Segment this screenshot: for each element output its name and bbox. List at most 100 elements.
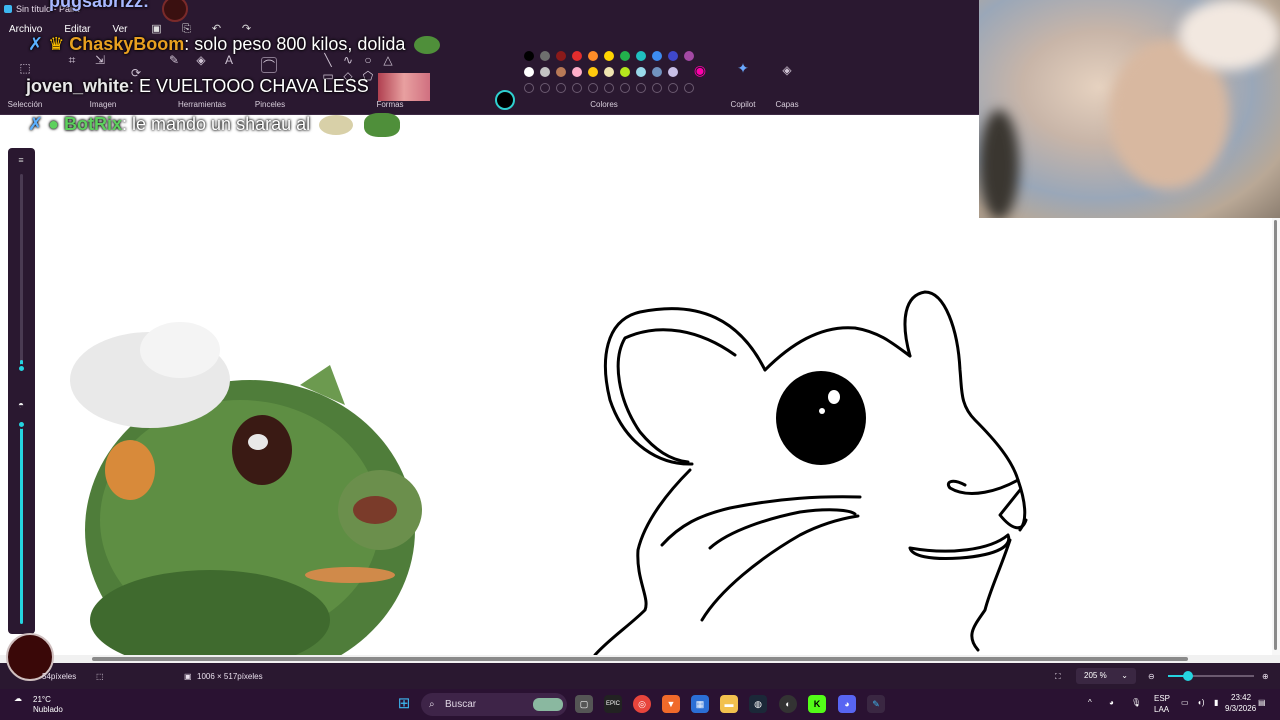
palette-swatch[interactable] <box>684 51 694 61</box>
discord-icon[interactable]: ◕ <box>838 695 856 713</box>
layers-icon[interactable]: ◈ <box>779 62 795 78</box>
opacity-slider-fill[interactable] <box>20 424 23 624</box>
zoom-slider[interactable] <box>1168 671 1254 681</box>
kick-icon[interactable]: K <box>808 695 826 713</box>
canvas-size: 1006 × 517píxeles <box>197 672 263 681</box>
horizontal-scrollbar[interactable] <box>0 655 1280 663</box>
palette-swatch[interactable] <box>540 67 550 77</box>
palette-swatch[interactable] <box>524 51 534 61</box>
opacity-slider-knob[interactable] <box>17 420 26 429</box>
color-2-swatch[interactable] <box>498 118 512 132</box>
chat-message: : solo peso 800 kilos, dolida <box>184 34 406 54</box>
steam-icon[interactable]: ◍ <box>749 695 767 713</box>
clock-date[interactable]: 9/3/2026 <box>1225 704 1256 713</box>
canvas-size-icon: ▣ <box>184 672 192 681</box>
palette-swatch[interactable] <box>540 51 550 61</box>
palette-swatch[interactable] <box>604 67 614 77</box>
notifications-icon[interactable]: ▤ <box>1258 698 1266 707</box>
obs-icon[interactable]: ◐ <box>779 695 797 713</box>
palette-swatch[interactable] <box>652 51 662 61</box>
palette-empty-slot[interactable] <box>572 83 582 93</box>
crown-icon: ♛ <box>48 34 65 54</box>
menu-archivo[interactable]: Archivo <box>9 24 42 35</box>
windows-start-icon[interactable]: ⊞ <box>395 695 413 713</box>
fit-screen-icon[interactable]: ⛶ <box>1055 672 1061 682</box>
palette-empty-slot[interactable] <box>652 83 662 93</box>
palette-swatch[interactable] <box>620 67 630 77</box>
horizontal-scroll-thumb[interactable] <box>92 657 1188 661</box>
color-1-swatch[interactable] <box>495 90 515 110</box>
file-explorer-icon[interactable]: ▬ <box>720 695 738 713</box>
group-imagen: Imagen <box>89 100 117 109</box>
palette-swatch[interactable] <box>588 67 598 77</box>
webcam-blob <box>979 110 1019 218</box>
group-formas: Formas <box>376 100 404 109</box>
palette-swatch[interactable] <box>620 51 630 61</box>
palette-swatch[interactable] <box>668 67 678 77</box>
battery-icon[interactable]: ▮ <box>1214 698 1218 707</box>
size-slider-knob[interactable] <box>17 364 26 373</box>
palette-swatch[interactable] <box>652 67 662 77</box>
zoom-value: 205 % <box>1084 671 1107 680</box>
zoom-slider-knob[interactable] <box>1183 671 1193 681</box>
microphone-icon[interactable]: 🎙 <box>1131 698 1141 707</box>
brave-icon[interactable]: ▼ <box>662 695 680 713</box>
palette-swatch[interactable] <box>588 51 598 61</box>
vertical-scroll-thumb[interactable] <box>1274 220 1277 650</box>
edit-colors-icon[interactable]: ◉ <box>692 62 708 78</box>
palette-empty-slot[interactable] <box>636 83 646 93</box>
language[interactable]: ESP <box>1154 694 1170 703</box>
palette-swatch[interactable] <box>636 51 646 61</box>
paint-taskbar-icon[interactable]: ✎ <box>867 695 885 713</box>
taskbar-search[interactable]: ⌕ Buscar <box>421 693 567 716</box>
rat-eye <box>776 371 866 465</box>
palette-swatch[interactable] <box>556 67 566 77</box>
palette-swatch[interactable] <box>668 51 678 61</box>
brush-icon[interactable]: ⌒ <box>261 57 277 73</box>
copilot-icon[interactable]: ✦ <box>735 60 751 76</box>
palette-swatch[interactable] <box>604 51 614 61</box>
palette-swatch[interactable] <box>524 67 534 77</box>
zoom-in-icon[interactable]: ⊕ <box>1262 672 1269 681</box>
palette-empty-slot[interactable] <box>668 83 678 93</box>
size-slider-track[interactable] <box>20 174 23 370</box>
chat-message: : E VUELTOOO CHAVA LESS <box>129 75 369 96</box>
clock-time[interactable]: 23:42 <box>1231 693 1251 702</box>
zoom-out-icon[interactable]: ⊖ <box>1148 672 1155 681</box>
palette-empty-slot[interactable] <box>604 83 614 93</box>
group-herramientas: Herramientas <box>177 100 227 109</box>
webcam-feed <box>979 0 1280 218</box>
search-icon: ⌕ <box>429 699 435 710</box>
volume-icon[interactable]: ◖) <box>1197 698 1205 707</box>
store-icon[interactable]: ▦ <box>691 695 709 713</box>
group-seleccion: Selección <box>7 100 43 109</box>
menu-editar[interactable]: Editar <box>64 24 90 35</box>
palette-empty-slot[interactable] <box>524 83 534 93</box>
palette-empty-slot[interactable] <box>620 83 630 93</box>
taskbar: ☁ 21°C Nublado ⊞ ⌕ Buscar ▢ EPIC ◎ ▼ ▦ ▬… <box>0 689 1280 720</box>
palette-empty-slot[interactable] <box>588 83 598 93</box>
search-placeholder: Buscar <box>445 699 477 710</box>
group-colores: Colores <box>590 100 618 109</box>
palette-empty-slot[interactable] <box>684 83 694 93</box>
zoom-dropdown[interactable]: 205 % ⌄ <box>1076 668 1136 684</box>
show-hidden-icons[interactable]: ^ <box>1088 698 1092 707</box>
vertical-scrollbar[interactable] <box>1272 218 1280 655</box>
chat-user: pugsabrizz: <box>49 0 150 11</box>
chat-user: ChaskyBoom <box>69 34 185 54</box>
palette-swatch[interactable] <box>556 51 566 61</box>
paint-icon <box>4 5 12 13</box>
discord-tray-icon[interactable]: ◕ <box>1109 698 1114 707</box>
palette-swatch[interactable] <box>572 51 582 61</box>
epic-games-icon[interactable]: EPIC <box>604 695 622 713</box>
network-icon[interactable]: ▭ <box>1181 698 1189 707</box>
palette-swatch[interactable] <box>636 67 646 77</box>
chrome-icon[interactable]: ◎ <box>633 695 651 713</box>
group-copilot: Copilot <box>730 100 756 109</box>
palette-empty-slot[interactable] <box>556 83 566 93</box>
palette-empty-slot[interactable] <box>540 83 550 93</box>
screen: { "app": { "title": "Sin título - Paint"… <box>0 0 1280 720</box>
palette-swatch[interactable] <box>572 67 582 77</box>
task-view-icon[interactable]: ▢ <box>575 695 593 713</box>
menu-ver[interactable]: Ver <box>112 24 127 35</box>
